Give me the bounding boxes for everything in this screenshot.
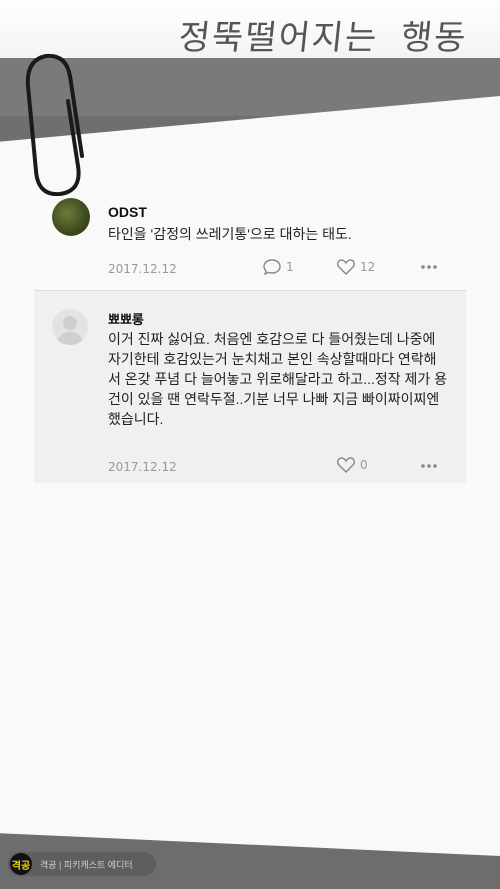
logo: 격공 [10, 853, 32, 875]
default-avatar-icon [56, 316, 84, 345]
like-button[interactable]: 0 [336, 456, 368, 474]
like-count: 0 [360, 458, 368, 472]
more-icon[interactable] [420, 264, 438, 270]
avatar[interactable] [52, 198, 90, 236]
reply-text: 이거 진짜 싫어요. 처음엔 호감으로 다 들어줬는데 나중에 자기한테 호감있… [108, 331, 448, 427]
comment-button[interactable]: 1 [262, 258, 294, 276]
reply-card: 뾰뾰롱 이거 진짜 싫어요. 처음엔 호감으로 다 들어줬는데 나중에 자기한테… [34, 290, 466, 483]
post-content: 타인을 '감정의 쓰레기통'으로 대하는 태도. [108, 226, 352, 242]
like-button[interactable]: 12 [336, 258, 375, 276]
post-author[interactable]: ODST [108, 204, 147, 220]
credit-text: 격공 | 피키캐스트 에디터 [40, 859, 133, 870]
post-date: 2017.12.12 [108, 262, 177, 276]
heart-icon [337, 259, 355, 275]
comment-icon [263, 259, 281, 276]
page-title: 정뚝떨어지는 행동 [176, 18, 470, 58]
heart-icon [337, 457, 355, 473]
like-count: 12 [360, 260, 376, 274]
more-icon[interactable] [420, 463, 438, 469]
avatar[interactable] [52, 309, 88, 345]
editor-credit[interactable]: 격공 격공 | 피키캐스트 에디터 [8, 852, 156, 876]
paperclip-icon [25, 53, 84, 196]
comment-count: 1 [286, 260, 294, 274]
reply-date: 2017.12.12 [108, 460, 177, 474]
reply-author[interactable]: 뾰뾰롱 [108, 309, 144, 328]
